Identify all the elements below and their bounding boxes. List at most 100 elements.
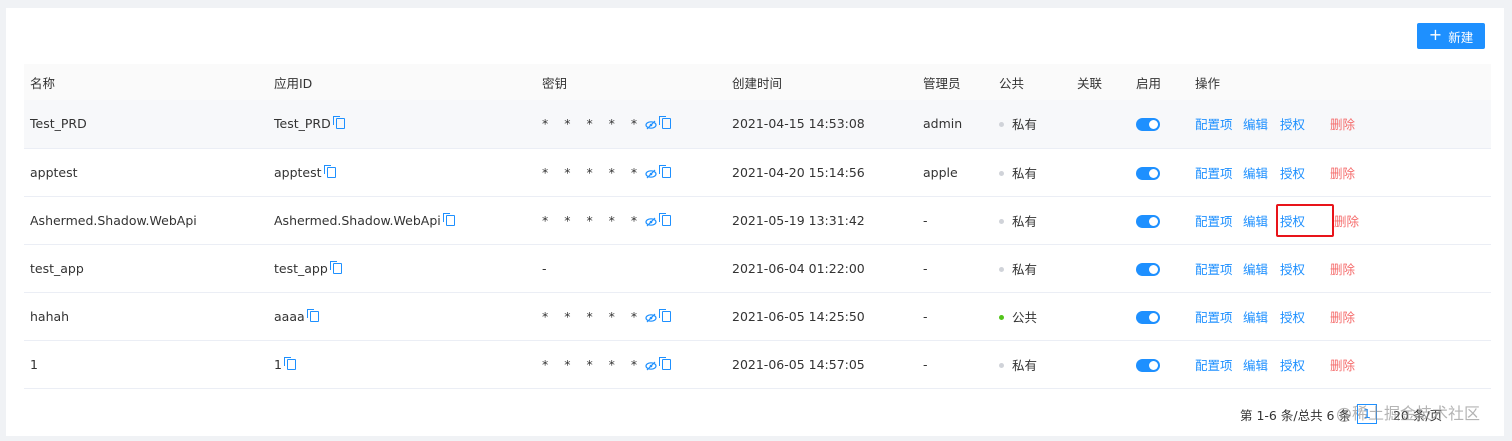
cell-name: 1 — [24, 340, 268, 388]
col-header-enabled: 启用 — [1136, 75, 1162, 91]
cell-actions: 配置项 编辑 授权 删除 — [1189, 340, 1491, 388]
cell-name: apptest — [24, 148, 268, 196]
copy-icon[interactable] — [659, 164, 672, 178]
status-dot — [999, 170, 1004, 176]
cell-name: Ashermed.Shadow.WebApi — [24, 196, 268, 244]
auth-link[interactable]: 授权 — [1280, 307, 1330, 326]
public-status: 私有 — [1012, 357, 1038, 373]
copy-icon[interactable] — [332, 116, 345, 130]
cell-secret: * * * * * — [536, 340, 726, 388]
copy-icon[interactable] — [283, 356, 296, 370]
copy-icon[interactable] — [659, 356, 672, 370]
config-link[interactable]: 配置项 — [1195, 355, 1243, 374]
cell-created: 2021-06-04 01:22:00 — [726, 244, 917, 292]
config-link[interactable]: 配置项 — [1195, 259, 1243, 278]
app-name: hahah — [30, 308, 70, 324]
config-link[interactable]: 配置项 — [1195, 211, 1243, 230]
table-row: Test_PRD Test_PRD * * * * * 2021-04-15 14:5… — [24, 100, 1491, 148]
enabled-toggle[interactable] — [1136, 214, 1160, 228]
cell-public: 私有 — [993, 196, 1071, 244]
cell-enabled — [1130, 292, 1189, 340]
copy-icon[interactable] — [659, 308, 672, 322]
eye-hidden-icon[interactable] — [645, 361, 657, 371]
enabled-toggle[interactable] — [1136, 310, 1160, 324]
cell-actions: 配置项 编辑 授权 删除 — [1189, 100, 1491, 148]
status-dot — [999, 362, 1004, 368]
cell-secret: * * * * * — [536, 148, 726, 196]
copy-icon[interactable] — [442, 212, 455, 226]
eye-hidden-icon[interactable] — [645, 313, 657, 323]
enabled-toggle[interactable] — [1136, 358, 1160, 372]
cell-secret: * * * * * — [536, 292, 726, 340]
cell-name: Test_PRD — [24, 100, 268, 148]
admin-value: - — [923, 308, 928, 324]
status-dot — [999, 122, 1004, 128]
cell-enabled — [1130, 196, 1189, 244]
created-time: 2021-06-04 01:22:00 — [732, 260, 865, 276]
table-body: Test_PRD Test_PRD * * * * * 2021-04-15 14:5… — [24, 100, 1491, 388]
config-link[interactable]: 配置项 — [1195, 307, 1243, 326]
delete-link[interactable]: 删除 — [1330, 259, 1355, 278]
copy-icon[interactable] — [329, 260, 342, 274]
enabled-toggle[interactable] — [1136, 166, 1160, 180]
table-row: apptest apptest * * * * * 2021-04-20 15:14:… — [24, 148, 1491, 196]
eye-hidden-icon[interactable] — [645, 120, 657, 130]
admin-value: - — [923, 260, 928, 276]
admin-value: admin — [923, 116, 963, 132]
cell-public: 私有 — [993, 340, 1071, 388]
copy-icon[interactable] — [306, 308, 319, 322]
edit-link[interactable]: 编辑 — [1243, 114, 1280, 133]
cell-related — [1071, 340, 1130, 388]
copy-icon[interactable] — [659, 116, 672, 130]
edit-link[interactable]: 编辑 — [1243, 259, 1280, 278]
cell-name: hahah — [24, 292, 268, 340]
edit-link[interactable]: 编辑 — [1243, 355, 1280, 374]
table-row: hahah aaaa * * * * * 2021-06-05 14:25:50 - 公共… — [24, 292, 1491, 340]
auth-link[interactable]: 授权 — [1280, 163, 1330, 182]
public-status: 私有 — [1012, 165, 1038, 181]
col-header-app-id: 应用ID — [274, 75, 313, 91]
admin-value: apple — [923, 164, 958, 180]
cell-public: 公共 — [993, 292, 1071, 340]
status-dot — [999, 314, 1004, 320]
app-name: 1 — [30, 356, 38, 372]
delete-link[interactable]: 删除 — [1330, 307, 1355, 326]
cell-actions: 配置项 编辑 授权 删除 — [1189, 292, 1491, 340]
edit-link[interactable]: 编辑 — [1243, 211, 1280, 230]
col-header-public: 公共 — [999, 75, 1025, 91]
delete-link[interactable]: 删除 — [1330, 163, 1355, 182]
delete-link[interactable]: 删除 — [1330, 355, 1355, 374]
edit-link[interactable]: 编辑 — [1243, 163, 1280, 182]
enabled-toggle[interactable] — [1136, 118, 1160, 132]
admin-value: - — [923, 356, 928, 372]
new-button[interactable]: + 新建 — [1417, 23, 1485, 49]
auth-link[interactable]: 授权 — [1280, 114, 1330, 133]
cell-app-id: apptest — [268, 148, 536, 196]
enabled-toggle[interactable] — [1136, 262, 1160, 276]
created-time: 2021-05-19 13:31:42 — [732, 212, 865, 228]
copy-icon[interactable] — [659, 212, 672, 226]
auth-link[interactable]: 授权 — [1280, 355, 1330, 374]
cell-app-id: aaaa — [268, 292, 536, 340]
config-link[interactable]: 配置项 — [1195, 114, 1243, 133]
created-time: 2021-04-15 14:53:08 — [732, 116, 865, 132]
table-header-row: 名称 应用ID 密钥 创建时间 管理员 公共 关联 启用 操作 — [24, 64, 1491, 100]
delete-link[interactable]: 删除 — [1330, 114, 1355, 133]
table-row: Ashermed.Shadow.WebApi Ashermed.Shadow.We… — [24, 196, 1491, 244]
copy-icon[interactable] — [323, 164, 336, 178]
cell-admin: - — [917, 196, 993, 244]
delete-link[interactable]: 删除 — [1334, 211, 1359, 230]
created-time: 2021-06-05 14:25:50 — [732, 308, 865, 324]
config-link[interactable]: 配置项 — [1195, 163, 1243, 182]
edit-link[interactable]: 编辑 — [1243, 307, 1280, 326]
eye-hidden-icon[interactable] — [645, 217, 657, 227]
eye-hidden-icon[interactable] — [645, 169, 657, 179]
col-header-related: 关联 — [1077, 75, 1103, 91]
auth-link[interactable]: 授权 — [1276, 203, 1334, 237]
main-card: + 新建 名称 应用ID 密钥 创建时间 管理员 公共 关联 启用 操作 Tes… — [6, 8, 1504, 436]
cell-related — [1071, 148, 1130, 196]
apps-table: 名称 应用ID 密钥 创建时间 管理员 公共 关联 启用 操作 Test_PRD… — [24, 64, 1491, 389]
cell-actions: 配置项 编辑 授权 删除 — [1189, 148, 1491, 196]
auth-link[interactable]: 授权 — [1280, 259, 1330, 278]
cell-secret: * * * * * — [536, 100, 726, 148]
